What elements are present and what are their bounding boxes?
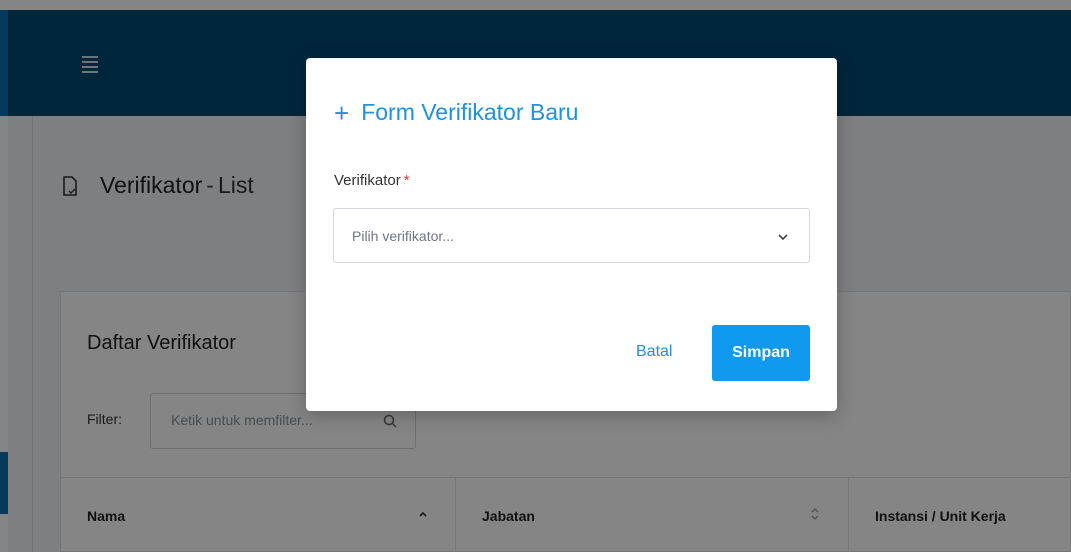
app-root: Verifikator - List Daftar Verifikator Fi… <box>0 0 1071 552</box>
save-button[interactable]: Simpan <box>712 325 810 381</box>
chevron-down-icon <box>778 234 788 241</box>
modal-title: + Form Verifikator Baru <box>334 99 578 126</box>
verifikator-field-label: Verifikator * <box>334 172 410 189</box>
cancel-button[interactable]: Batal <box>636 343 672 361</box>
verifikator-label-text: Verifikator <box>334 172 401 189</box>
verifikator-select[interactable]: Pilih verifikator... <box>333 208 810 263</box>
required-mark: * <box>403 172 410 189</box>
plus-icon: + <box>334 97 350 128</box>
select-placeholder: Pilih verifikator... <box>352 228 454 244</box>
modal-title-text: Form Verifikator Baru <box>361 99 579 125</box>
form-verifikator-modal: + Form Verifikator Baru Verifikator * Pil… <box>306 58 837 411</box>
